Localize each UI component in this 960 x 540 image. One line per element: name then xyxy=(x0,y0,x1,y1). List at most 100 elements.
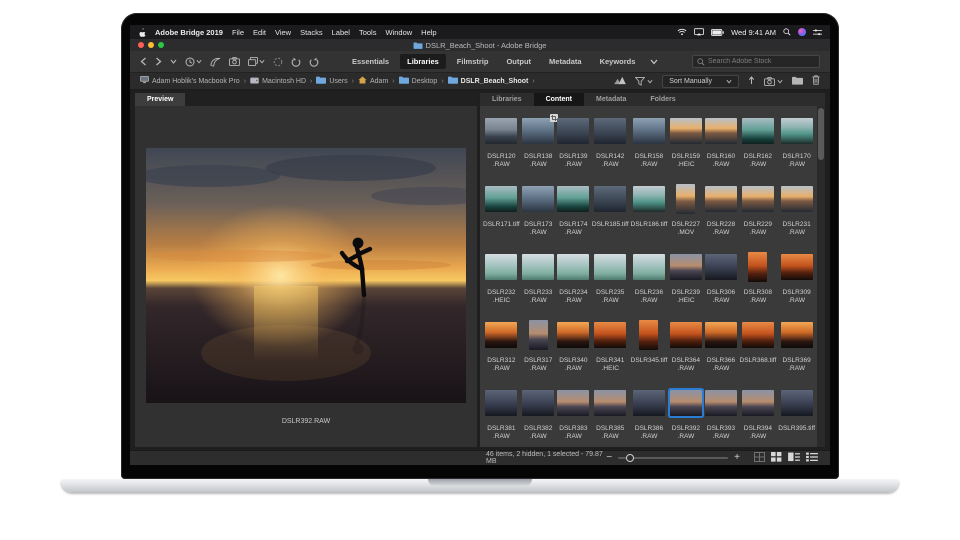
grid-lock-view-button[interactable] xyxy=(754,452,765,464)
thumbnail[interactable]: DSLR227.MOV xyxy=(669,176,702,244)
thumbnail-box[interactable] xyxy=(633,248,665,286)
thumbnail-size-slider[interactable] xyxy=(618,457,728,459)
import-from-camera-button[interactable] xyxy=(229,57,240,66)
thumbnail-image[interactable] xyxy=(748,252,767,282)
thumbnail-image-selected[interactable] xyxy=(670,390,702,416)
thumbnail[interactable]: DSLR185.tiff xyxy=(592,176,629,244)
thumbnail[interactable]: DSLR234.RAW xyxy=(557,244,590,312)
thumbnail-box[interactable] xyxy=(485,384,517,422)
tab-preview[interactable]: Preview xyxy=(135,93,185,106)
thumbnail-image[interactable] xyxy=(670,118,702,144)
breadcrumb-item[interactable]: Macintosh HD xyxy=(250,77,306,86)
thumbnail-image[interactable] xyxy=(781,254,813,280)
workspace-chevron[interactable] xyxy=(650,59,658,65)
thumbnail[interactable]: DSLR236.RAW xyxy=(631,244,668,312)
thumbnail-box[interactable] xyxy=(639,316,658,354)
thumbnail-box[interactable] xyxy=(781,112,813,150)
slider-knob[interactable] xyxy=(626,454,634,462)
thumbnail-image[interactable] xyxy=(670,322,702,348)
thumbnail-image[interactable] xyxy=(594,390,626,416)
thumbnail-image[interactable] xyxy=(522,186,554,212)
menu-item-edit[interactable]: Edit xyxy=(253,28,266,37)
thumbnail-image[interactable] xyxy=(670,254,702,280)
thumbnail-image[interactable] xyxy=(594,322,626,348)
zoom-window-button[interactable] xyxy=(158,42,164,48)
thumbnail-box[interactable] xyxy=(529,316,548,354)
thumbnail-image[interactable] xyxy=(594,186,626,212)
thumbnail-box[interactable] xyxy=(781,248,813,286)
tab-libraries[interactable]: Libraries xyxy=(480,93,534,106)
thumbnail-box[interactable] xyxy=(705,316,737,354)
menu-item-file[interactable]: File xyxy=(232,28,244,37)
thumbnail-image[interactable] xyxy=(557,118,589,144)
output-files-button[interactable] xyxy=(248,57,265,66)
camera-raw-icon[interactable] xyxy=(210,57,221,67)
close-window-button[interactable] xyxy=(138,42,144,48)
thumbnail-box[interactable] xyxy=(594,112,626,150)
thumbnail[interactable]: DSLR366.RAW xyxy=(704,312,737,380)
thumbnail[interactable]: DSLR142.RAW xyxy=(592,108,629,176)
scrollbar-thumb[interactable] xyxy=(818,108,824,160)
thumbnail[interactable]: DSLR160.RAW xyxy=(704,108,737,176)
battery-icon[interactable] xyxy=(711,29,724,36)
thumbnail[interactable]: DSLR312.RAW xyxy=(483,312,520,380)
thumbnail-image[interactable] xyxy=(742,186,774,212)
thumbnail[interactable]: DSLR368.tiff xyxy=(740,312,777,380)
thumbnail-image[interactable] xyxy=(781,390,813,416)
thumbnail-box[interactable] xyxy=(522,248,554,286)
breadcrumb-item[interactable]: Adam xyxy=(358,76,388,86)
import-device-button[interactable] xyxy=(764,77,783,86)
filter-rating-icon[interactable] xyxy=(614,76,626,87)
thumbnail-box[interactable] xyxy=(781,316,813,354)
breadcrumb-item[interactable]: Desktop xyxy=(399,76,438,86)
thumbnail[interactable]: DSLR228.RAW xyxy=(704,176,737,244)
nav-dropdown-chevron[interactable] xyxy=(170,59,177,64)
thumbnail-box[interactable] xyxy=(748,248,767,286)
thumbnail-box[interactable] xyxy=(781,180,813,218)
thumbnail-image[interactable] xyxy=(522,118,554,144)
sort-ascending-button[interactable] xyxy=(748,76,755,87)
thumbnail-box[interactable] xyxy=(594,248,626,286)
thumbnail[interactable]: DSLR186.tiff xyxy=(631,176,668,244)
thumbnail-box[interactable] xyxy=(705,112,737,150)
back-button[interactable] xyxy=(140,57,147,66)
menu-item-label[interactable]: Label xyxy=(332,28,350,37)
thumbnail[interactable]: DSLR393.RAW xyxy=(704,380,737,448)
thumbnail-image[interactable] xyxy=(485,254,517,280)
thumbnail-box[interactable] xyxy=(670,384,702,422)
thumbnail-box[interactable] xyxy=(485,316,517,354)
thumbnail-image[interactable] xyxy=(485,118,517,144)
detail-view-button[interactable] xyxy=(788,452,800,464)
thumbnail-image[interactable] xyxy=(557,390,589,416)
thumbnail-image[interactable] xyxy=(781,322,813,348)
thumbnail-image[interactable] xyxy=(781,118,813,144)
thumbnail[interactable]: DSLR394.RAW xyxy=(740,380,777,448)
thumbnail[interactable]: DSLR139.RAW xyxy=(557,108,590,176)
tab-metadata[interactable]: Metadata xyxy=(584,93,638,106)
thumbnail-image[interactable] xyxy=(557,254,589,280)
thumbnail-box[interactable] xyxy=(594,384,626,422)
thumbnail[interactable]: DSLR233.RAW xyxy=(522,244,555,312)
workspace-tab-essentials[interactable]: Essentials xyxy=(345,54,396,69)
menu-item-window[interactable]: Window xyxy=(385,28,412,37)
thumbnail-image[interactable] xyxy=(633,118,665,144)
thumbnail-box[interactable] xyxy=(670,112,702,150)
delete-trash-button[interactable] xyxy=(812,75,820,87)
thumbnail-image[interactable] xyxy=(485,322,517,348)
zoom-in-button[interactable]: + xyxy=(734,453,740,463)
thumbnail-image[interactable] xyxy=(594,118,626,144)
spotlight-search-icon[interactable] xyxy=(783,28,791,36)
thumbnail-image[interactable] xyxy=(594,254,626,280)
thumbnail[interactable]: DSLR382.RAW xyxy=(522,380,555,448)
display-icon[interactable] xyxy=(694,28,704,36)
thumbnail-image[interactable] xyxy=(522,254,554,280)
breadcrumb-item[interactable]: DSLR_Beach_Shoot xyxy=(448,76,529,86)
thumbnail-box[interactable] xyxy=(705,180,737,218)
thumbnail[interactable]: DSLR162.RAW xyxy=(740,108,777,176)
tab-folders[interactable]: Folders xyxy=(638,93,687,106)
search-input[interactable] xyxy=(708,58,815,65)
list-view-button[interactable] xyxy=(806,452,818,464)
adobe-stock-search[interactable] xyxy=(692,55,820,68)
sort-dropdown[interactable]: Sort Manually xyxy=(662,75,739,88)
thumbnail-box[interactable] xyxy=(742,112,774,150)
